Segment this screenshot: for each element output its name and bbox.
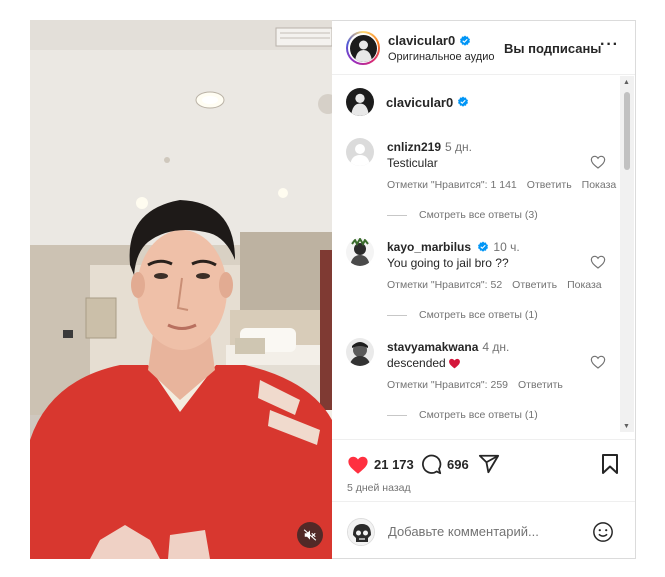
comment-time[interactable]: 4 дн. — [482, 340, 509, 354]
commenter-username[interactable]: stavyamakwana — [387, 340, 478, 354]
comment-meta: Отметки "Нравится": 259 Ответить — [387, 379, 573, 391]
comment-likes[interactable]: Отметки "Нравится": 259 — [387, 379, 508, 391]
verified-icon — [458, 96, 469, 107]
emoji-icon[interactable] — [592, 521, 614, 543]
avatar-figure-icon — [351, 93, 369, 116]
character-avatar-icon — [350, 238, 370, 266]
divider — [387, 314, 407, 316]
vertical-scrollbar[interactable]: ▲ ▼ — [620, 76, 634, 432]
more-icon[interactable]: ··· — [600, 36, 619, 54]
post-header: clavicular0 Оригинальное аудио Вы подпис… — [332, 21, 635, 75]
reply-button[interactable]: Ответить — [518, 379, 563, 391]
mute-icon — [303, 529, 317, 541]
default-avatar-icon — [350, 144, 370, 166]
commenter-avatar[interactable] — [346, 238, 374, 266]
audio-link[interactable]: Оригинальное аудио — [388, 51, 495, 63]
owner-avatar[interactable] — [346, 88, 374, 116]
comment-count: 696 — [447, 457, 469, 472]
reply-button[interactable]: Ответить — [512, 279, 557, 291]
post-media[interactable] — [30, 20, 332, 559]
translate-button[interactable]: Показа — [582, 179, 617, 191]
scroll-up-arrow-icon[interactable]: ▲ — [623, 79, 630, 86]
comment-meta: Отметки "Нравится": 1 141 Ответить Показа — [387, 179, 626, 191]
view-replies-button[interactable]: Смотреть все ответы (3) — [387, 209, 538, 221]
translate-button[interactable]: Показа — [567, 279, 602, 291]
reply-button[interactable]: Ответить — [527, 179, 572, 191]
comment-text: Testicular — [387, 156, 438, 170]
comment-icon[interactable] — [421, 454, 442, 475]
bookmark-icon[interactable] — [600, 453, 620, 475]
share-icon[interactable] — [478, 453, 500, 475]
author-username[interactable]: clavicular0 — [388, 33, 471, 48]
verified-icon — [478, 241, 489, 252]
commenter-avatar[interactable] — [346, 338, 374, 366]
comment-time[interactable]: 10 ч. — [493, 240, 519, 254]
selfie-photo — [30, 20, 332, 559]
post-sidebar: clavicular0 Оригинальное аудио Вы подпис… — [332, 20, 636, 559]
comment-time[interactable]: 5 дн. — [445, 140, 472, 154]
commenter-username[interactable]: cnlizn219 — [387, 140, 441, 154]
commenter-username[interactable]: kayo_marbilus — [387, 240, 471, 254]
photo-avatar-icon — [349, 342, 371, 366]
mute-button[interactable] — [297, 522, 323, 548]
comment-input[interactable] — [388, 524, 578, 539]
heart-icon[interactable] — [590, 354, 606, 370]
verified-icon — [460, 35, 471, 46]
heart-icon[interactable] — [590, 254, 606, 270]
owner-username[interactable]: clavicular0 — [386, 95, 469, 110]
skull-avatar-icon — [348, 519, 374, 545]
author-avatar[interactable] — [346, 31, 380, 65]
view-replies-button[interactable]: Смотреть все ответы (1) — [387, 309, 538, 321]
red-heart-emoji-icon — [448, 358, 460, 368]
view-replies-button[interactable]: Смотреть все ответы (1) — [387, 409, 538, 421]
add-comment-bar — [332, 501, 635, 559]
like-count[interactable]: 21 173 — [374, 457, 414, 472]
scroll-down-arrow-icon[interactable]: ▼ — [623, 423, 630, 430]
heart-icon[interactable] — [347, 454, 369, 476]
comment-text: descended — [387, 356, 461, 370]
commenter-avatar[interactable] — [346, 138, 374, 166]
divider — [387, 214, 407, 216]
comment-likes[interactable]: Отметки "Нравится": 52 — [387, 279, 502, 291]
post-date[interactable]: 5 дней назад — [347, 482, 411, 494]
vertical-scroll-thumb[interactable] — [624, 92, 630, 170]
comment-meta: Отметки "Нравится": 52 Ответить Показа — [387, 279, 612, 291]
comment-text: You going to jail bro ?? — [387, 256, 509, 270]
follow-status-button[interactable]: Вы подписаны — [504, 41, 601, 56]
avatar-figure-icon — [354, 40, 372, 62]
divider — [387, 414, 407, 416]
comment-likes[interactable]: Отметки "Нравится": 1 141 — [387, 179, 517, 191]
comments-list[interactable]: clavicular0 cnlizn219 5 дн. Testicular О… — [332, 76, 635, 439]
caption-row: clavicular0 — [346, 88, 469, 116]
heart-icon[interactable] — [590, 154, 606, 170]
current-user-avatar — [347, 518, 375, 546]
